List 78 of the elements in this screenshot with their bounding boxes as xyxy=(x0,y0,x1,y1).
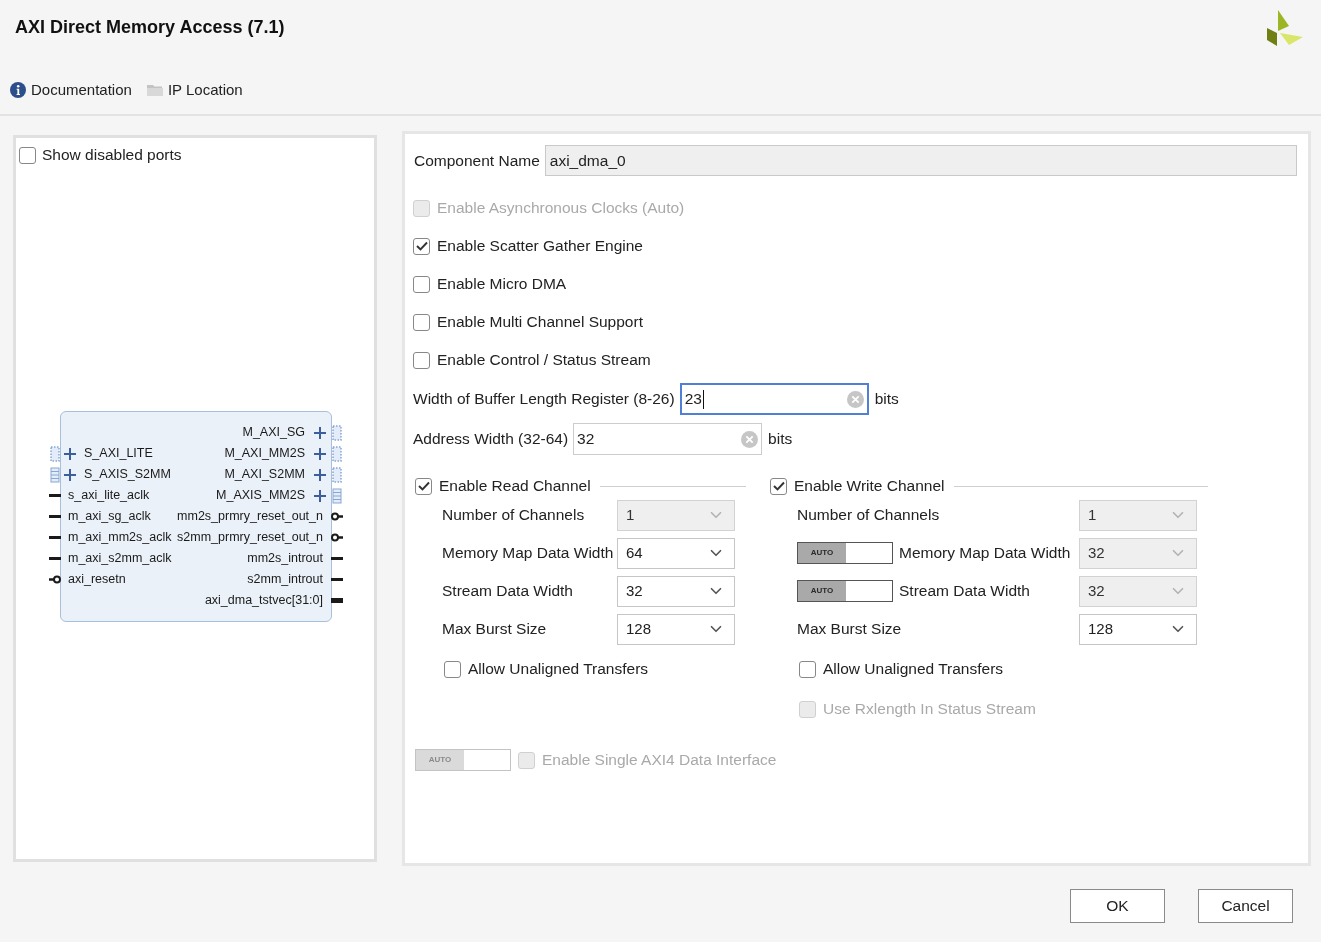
stream-pin-icon[interactable] xyxy=(49,466,77,483)
port-label: axi_resetn xyxy=(68,571,126,589)
text-cursor xyxy=(702,389,704,409)
field-label: Stream Data Width xyxy=(442,581,573,602)
input-field[interactable]: axi_dma_0 xyxy=(544,145,1297,176)
checkbox-label: Allow Unaligned Transfers xyxy=(823,659,1004,680)
checkbox-label: Enable Micro DMA xyxy=(437,274,567,295)
port-label: axi_dma_tstvec[31:0] xyxy=(204,592,323,610)
checkbox[interactable] xyxy=(413,313,430,331)
field-label: Number of Channels xyxy=(797,505,940,526)
stream-pin-icon[interactable] xyxy=(313,487,343,504)
dialog-button[interactable]: OK xyxy=(1070,889,1165,923)
field-label: Address Width (32-64) xyxy=(413,429,569,450)
field-label: Number of Channels xyxy=(442,505,585,526)
dropdown[interactable]: 128 xyxy=(1079,613,1197,645)
checkbox[interactable] xyxy=(19,146,36,164)
checkbox[interactable] xyxy=(415,477,432,495)
checkbox[interactable] xyxy=(799,660,816,678)
port-label: m_axi_s2mm_aclk xyxy=(68,550,172,568)
inverted-pin-icon[interactable] xyxy=(331,512,343,521)
port-label: m_axi_sg_aclk xyxy=(68,508,151,526)
info-icon xyxy=(10,82,26,98)
toolbar-link[interactable]: IP Location xyxy=(146,78,243,102)
dialog-button[interactable]: Cancel xyxy=(1198,889,1293,923)
folder-icon xyxy=(146,83,163,97)
port-label: M_AXIS_MM2S xyxy=(216,487,305,505)
dropdown[interactable]: 64 xyxy=(617,537,735,569)
checkbox-label: Enable Single AXI4 Data Interface xyxy=(542,750,777,771)
checkbox[interactable] xyxy=(413,275,430,293)
field-label: Max Burst Size xyxy=(442,619,547,640)
field-label: Width of Buffer Length Register (8-26) xyxy=(413,389,675,410)
checkbox-label: Enable Multi Channel Support xyxy=(437,312,643,333)
port-label: M_AXI_SG xyxy=(242,424,305,442)
inverted-pin-icon[interactable] xyxy=(49,575,61,584)
bus-pin-icon[interactable] xyxy=(313,424,343,441)
checkbox-label: Enable Scatter Gather Engine xyxy=(437,236,643,257)
dialog-title: AXI Direct Memory Access (7.1) xyxy=(15,17,285,38)
port-label: m_axi_mm2s_aclk xyxy=(68,529,172,547)
field-label: Max Burst Size xyxy=(797,619,902,640)
unit-label: bits xyxy=(768,429,793,450)
dropdown[interactable]: 128 xyxy=(617,613,735,645)
port-label: S_AXIS_S2MM xyxy=(84,466,171,484)
port-label: S_AXI_LITE xyxy=(84,445,153,463)
field-label: Memory Map Data Width xyxy=(899,543,1071,564)
port-label: s2mm_prmry_reset_out_n xyxy=(177,529,323,547)
checkbox[interactable] xyxy=(770,477,787,495)
input-field[interactable]: 23 xyxy=(679,383,869,415)
checkbox[interactable] xyxy=(413,237,430,255)
bus-pin-icon[interactable] xyxy=(313,445,343,462)
unit-label: bits xyxy=(874,389,899,410)
port-label: mm2s_introut xyxy=(247,550,323,568)
port-label: mm2s_prmry_reset_out_n xyxy=(177,508,323,526)
port-label: s2mm_introut xyxy=(247,571,323,589)
field-label: Component Name xyxy=(413,150,540,171)
field-label: Stream Data Width xyxy=(899,581,1030,602)
checkmark-icon xyxy=(415,241,428,251)
port-label: M_AXI_MM2S xyxy=(224,445,305,463)
checkbox-label: Enable Read Channel xyxy=(439,476,591,497)
dropdown[interactable]: 32 xyxy=(617,575,735,607)
checkbox-label: Allow Unaligned Transfers xyxy=(468,659,649,680)
checkmark-icon xyxy=(417,481,430,491)
port-label: M_AXI_S2MM xyxy=(224,466,305,484)
input-field[interactable]: 32 xyxy=(573,423,763,455)
bus-pin-icon[interactable] xyxy=(313,466,343,483)
checkbox-label: Show disabled ports xyxy=(42,145,182,166)
checkbox-label: Enable Write Channel xyxy=(794,476,945,497)
checkbox[interactable] xyxy=(444,660,461,678)
toolbar-link[interactable]: Documentation xyxy=(10,78,132,102)
checkbox-label: Enable Asynchronous Clocks (Auto) xyxy=(437,198,685,219)
checkmark-icon xyxy=(772,481,785,491)
port-label: s_axi_lite_aclk xyxy=(68,487,150,505)
leaf-logo-icon xyxy=(1265,10,1303,46)
checkbox-label: Enable Control / Status Stream xyxy=(437,350,651,371)
bus-pin-icon[interactable] xyxy=(49,445,77,462)
checkbox-label: Use Rxlength In Status Stream xyxy=(823,699,1036,720)
field-label: Memory Map Data Width xyxy=(442,543,614,564)
checkbox[interactable] xyxy=(413,351,430,369)
inverted-pin-icon[interactable] xyxy=(331,533,343,542)
